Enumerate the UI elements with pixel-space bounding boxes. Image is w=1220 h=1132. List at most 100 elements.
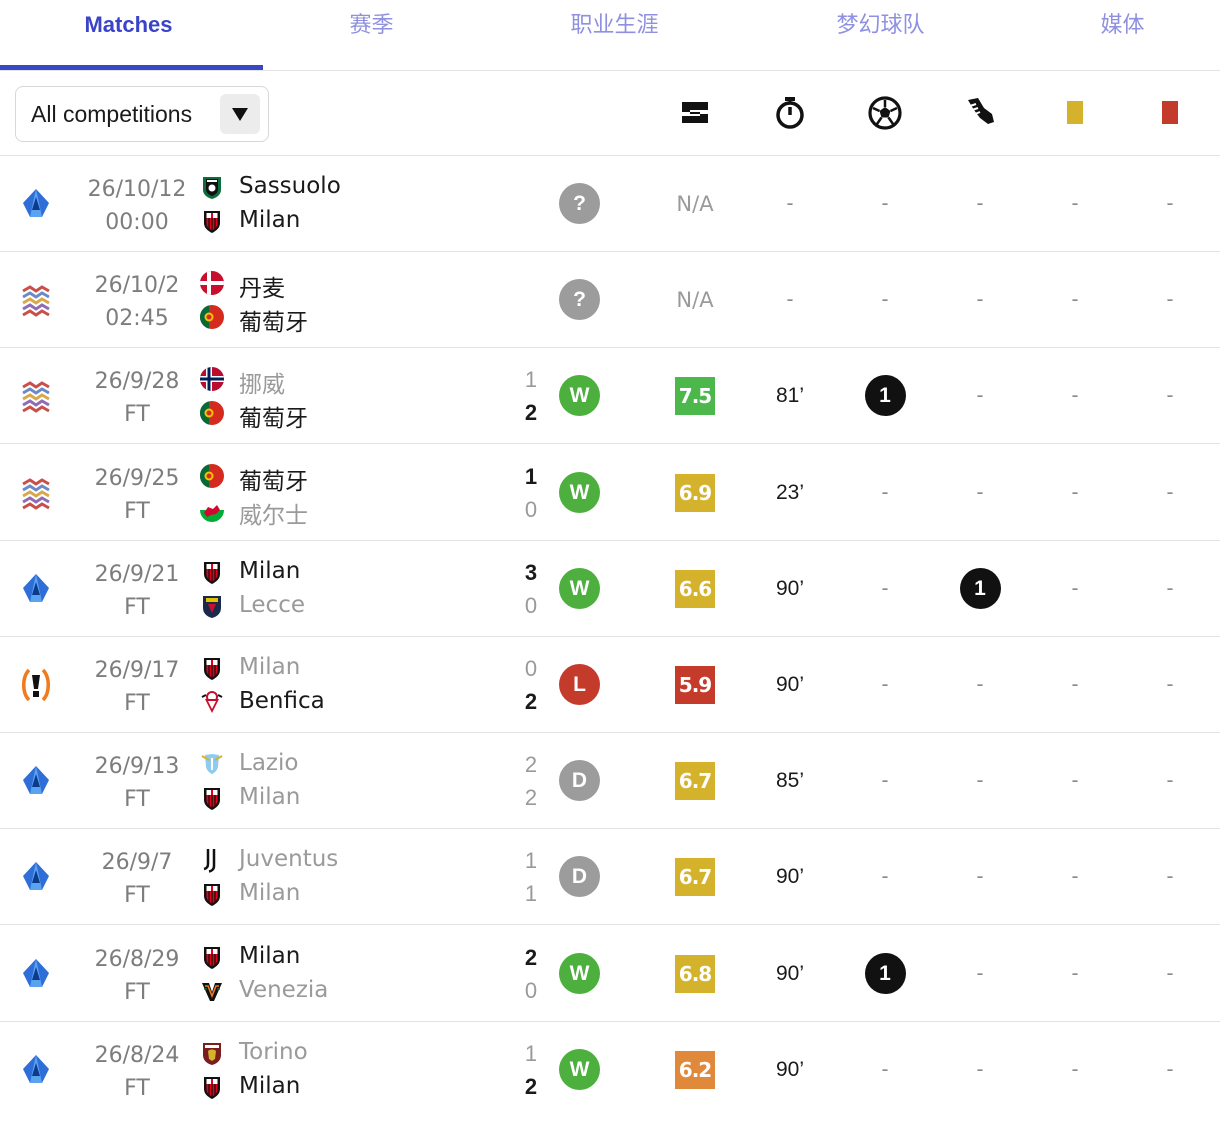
match-row[interactable]: 26/9/25 FT 葡萄牙 威尔士 1 0 W 6.9 23’ - - - -: [0, 445, 1220, 541]
player-rating: 5.9: [675, 666, 715, 704]
home-team-name[interactable]: 葡萄牙: [239, 462, 308, 496]
away-team-name[interactable]: Milan: [239, 784, 300, 810]
home-team-name[interactable]: Torino: [239, 1039, 308, 1065]
away-team-name[interactable]: 葡萄牙: [239, 399, 308, 433]
tab-season[interactable]: 赛季: [250, 0, 493, 70]
away-team-name[interactable]: Milan: [239, 1073, 300, 1099]
player-rating: N/A: [676, 192, 714, 216]
away-team-name[interactable]: Benfica: [239, 688, 325, 714]
yellow-cards-value: -: [1071, 961, 1079, 985]
goals-value: -: [881, 480, 889, 504]
home-team-name[interactable]: Milan: [239, 654, 300, 680]
match-time: FT: [124, 1075, 150, 1101]
player-rating: 6.7: [675, 762, 715, 801]
stats-header: All competitions: [0, 71, 1220, 156]
match-time: FT: [124, 498, 150, 524]
yellow-cards-value: -: [1071, 576, 1079, 600]
boot-icon: [960, 92, 1000, 132]
match-row[interactable]: 26/8/24 FT Torino Milan 1 2 W 6.2 90’ - - - -: [0, 1022, 1220, 1118]
yellow-cards-value: -: [1071, 288, 1079, 312]
sassuolo-crest-icon: [199, 174, 225, 200]
home-score: 1: [524, 463, 538, 489]
yellow-cards-value: -: [1071, 480, 1079, 504]
red-cards-value: -: [1166, 769, 1174, 793]
nations-league-icon: [18, 282, 54, 318]
minutes-played-value: 23’: [775, 480, 805, 504]
match-date: 26/9/21: [94, 561, 180, 587]
away-score: 2: [524, 785, 538, 811]
minutes-played-value: 90’: [775, 673, 805, 696]
player-rating: 6.8: [675, 954, 715, 993]
competition-select[interactable]: All competitions: [15, 86, 269, 142]
assists-value: -: [976, 288, 984, 312]
player-rating: N/A: [676, 288, 714, 313]
red-cards-value: -: [1166, 576, 1174, 600]
competition-select-value: All competitions: [31, 101, 193, 127]
player-rating: 6.6: [675, 569, 715, 608]
goals-value: -: [881, 865, 889, 889]
home-team-name[interactable]: Milan: [239, 943, 300, 969]
nations-league-icon: [18, 475, 54, 511]
assists-value: -: [976, 673, 984, 696]
minutes-played-value: 90’: [775, 961, 805, 985]
assists-value: 1: [950, 567, 1010, 609]
yellow-cards-value: -: [1071, 769, 1079, 793]
player-rating: 7.5: [675, 377, 715, 416]
match-row[interactable]: 26/10/12 00:00 Sassuolo Milan? N/A - - - - -: [0, 156, 1220, 252]
result-badge: L: [559, 664, 600, 705]
away-team-name[interactable]: Milan: [239, 207, 300, 233]
dropdown-button[interactable]: [220, 94, 260, 134]
milan-crest-icon: [199, 559, 225, 585]
result-badge: ?: [559, 279, 600, 321]
match-row[interactable]: 26/9/17 FT Milan Benfica 0 2 L 5.9 90’ - - - -: [0, 637, 1220, 733]
home-team-name[interactable]: 挪威: [239, 365, 285, 399]
red-cards-value: -: [1166, 1057, 1174, 1081]
lineup-icon: [675, 92, 715, 132]
serie-a-icon: [18, 571, 54, 607]
home-team-name[interactable]: Milan: [239, 558, 300, 584]
tab-bar: Matches 赛季 职业生涯 梦幻球队 媒体: [0, 0, 1220, 71]
red-cards-value: -: [1166, 288, 1174, 312]
match-row[interactable]: 26/8/29 FT Milan Venezia 2 0 W 6.8 90’ 1 - - -: [0, 926, 1220, 1022]
home-team-name[interactable]: Juventus: [239, 846, 338, 872]
goals-value: -: [881, 192, 889, 215]
match-row[interactable]: 26/9/7 FT Juventus Milan 1 1 D 6.7 90’ - - - -: [0, 829, 1220, 926]
away-team-name[interactable]: Venezia: [239, 977, 328, 1003]
yellow-cards-value: -: [1071, 384, 1079, 408]
serie-a-icon: [18, 956, 54, 992]
assists-value: -: [976, 769, 984, 793]
red-cards-value: -: [1166, 673, 1174, 696]
red-cards-value: -: [1166, 480, 1174, 504]
home-team-name[interactable]: Sassuolo: [239, 173, 341, 199]
red-card-icon: [1150, 92, 1190, 132]
away-team-name[interactable]: 葡萄牙: [239, 303, 308, 337]
goals-count: 1: [864, 375, 906, 417]
torino-crest-icon: [199, 1040, 225, 1066]
match-row[interactable]: 26/10/2 02:45 丹麦 葡萄牙? N/A - - - - -: [0, 252, 1220, 349]
milan-crest-icon: [199, 944, 225, 970]
tab-matches[interactable]: Matches: [7, 0, 250, 70]
home-team-name[interactable]: Lazio: [239, 750, 298, 776]
away-team-name[interactable]: Lecce: [239, 592, 305, 618]
match-row[interactable]: 26/9/13 FT Lazio Milan 2 2 D 6.7 85’ - - - -: [0, 733, 1220, 830]
minutes-played-value: 90’: [775, 865, 805, 889]
match-date: 26/8/29: [94, 946, 180, 972]
tab-media[interactable]: 媒体: [1001, 0, 1220, 70]
tab-career[interactable]: 职业生涯: [493, 0, 736, 70]
assists-value: -: [976, 961, 984, 985]
result-badge: W: [559, 471, 600, 513]
serie-a-icon: [18, 1052, 54, 1088]
tab-fantasy[interactable]: 梦幻球队: [759, 0, 1002, 70]
away-team-name[interactable]: Milan: [239, 880, 300, 906]
yellow-card-icon: [1055, 92, 1095, 132]
away-team-name[interactable]: 威尔士: [239, 496, 308, 530]
match-row[interactable]: 26/9/28 FT 挪威 葡萄牙 1 2 W 7.5 81’ 1 - - -: [0, 348, 1220, 445]
home-score: 0: [524, 656, 538, 681]
milan-crest-icon: [199, 208, 225, 234]
result-badge: ?: [559, 183, 600, 224]
match-time: FT: [124, 883, 150, 909]
norway-crest-icon: [199, 366, 225, 392]
result-badge: W: [559, 952, 600, 994]
home-team-name[interactable]: 丹麦: [239, 269, 285, 303]
match-row[interactable]: 26/9/21 FT Milan Lecce 3 0 W 6.6 90’ - 1 - -: [0, 541, 1220, 637]
